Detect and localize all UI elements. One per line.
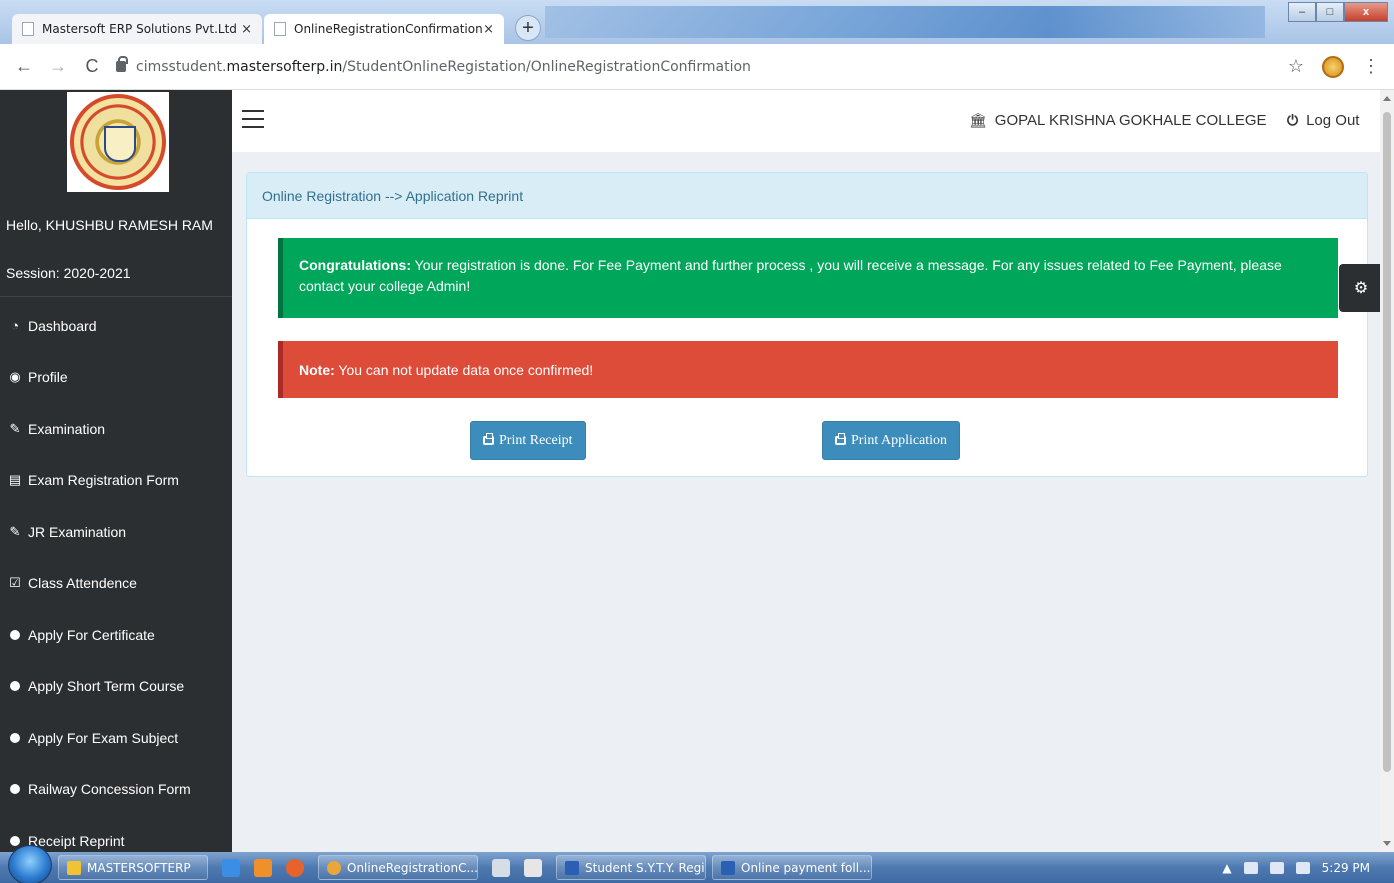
bookmark-star-icon[interactable]: ☆	[1288, 56, 1304, 77]
folder-icon	[67, 860, 81, 875]
power-icon: ⏻	[1287, 112, 1299, 128]
user-app-icon[interactable]	[492, 858, 510, 877]
browser-tab-mastersoft[interactable]: Mastersoft ERP Solutions Pvt.Ltd ×	[12, 14, 262, 44]
page-favicon-icon	[22, 22, 34, 36]
forward-arrow-icon[interactable]: →	[48, 56, 68, 77]
chrome-icon	[327, 860, 341, 875]
minimize-button[interactable]: –	[1288, 2, 1316, 22]
circle-icon	[10, 784, 20, 795]
extension-icon[interactable]	[1322, 55, 1344, 78]
circle-icon	[10, 681, 20, 692]
page-favicon-icon	[274, 22, 286, 36]
note-alert: Note: You can not update data once confi…	[278, 341, 1338, 398]
shield-icon[interactable]	[524, 858, 542, 877]
user-circle-icon: ◉	[9, 369, 21, 385]
maximize-button[interactable]: □	[1316, 2, 1344, 22]
taskbar-item-word-student[interactable]: Student S.Y.T.Y. Regi...	[556, 855, 706, 880]
print-receipt-button[interactable]: Print Receipt	[470, 421, 586, 460]
taskbar-item-mastersofterp[interactable]: MASTERSOFTERP	[58, 855, 208, 880]
browser-tabstrip: Mastersoft ERP Solutions Pvt.Ltd × Onlin…	[0, 0, 1394, 44]
college-name[interactable]: 🏛 GOPAL KRISHNA GOKHALE COLLEGE	[969, 112, 1267, 129]
breadcrumb: Online Registration --> Application Repr…	[247, 173, 1367, 219]
media-player-icon[interactable]	[254, 858, 272, 877]
sidebar-item-jr-examination[interactable]: ✎ JR Examination	[0, 506, 232, 558]
word-document-icon	[565, 860, 579, 875]
session-label: Session: 2020-2021	[6, 265, 131, 281]
windows-taskbar: MASTERSOFTERP OnlineRegistrationC... Stu…	[0, 844, 1394, 883]
reload-icon[interactable]: C	[82, 56, 102, 77]
firefox-icon[interactable]	[286, 858, 304, 877]
taskbar-item-chrome[interactable]: OnlineRegistrationC...	[318, 855, 478, 880]
taskbar-item-word-online-payment[interactable]: Online payment foll...	[712, 855, 872, 880]
success-alert: Congratulations: Your registration is do…	[278, 238, 1338, 318]
user-greeting: Hello, KHUSHBU RAMESH RAM	[6, 217, 213, 233]
volume-muted-icon[interactable]	[1243, 861, 1258, 874]
address-bar: ← → C cimsstudent. mastersofterp.in/Stude…	[0, 44, 1394, 90]
sidebar-item-exam-registration-form[interactable]: ▤ Exam Registration Form	[0, 455, 232, 507]
app-header: 🏛 GOPAL KRISHNA GOKHALE COLLEGE ⏻ Log Ou…	[232, 90, 1380, 152]
logout-button[interactable]: ⏻ Log Out	[1287, 112, 1359, 129]
settings-gear-icon[interactable]: ⚙	[1339, 264, 1383, 312]
action-center-flag-icon[interactable]	[1269, 861, 1284, 874]
start-button[interactable]	[8, 844, 52, 883]
printer-icon	[483, 433, 494, 445]
sidebar-item-apply-short-term-course[interactable]: Apply Short Term Course	[0, 661, 232, 713]
institution-icon: 🏛	[969, 112, 987, 128]
application-reprint-panel: Online Registration --> Application Repr…	[246, 172, 1368, 477]
tab-close-icon[interactable]: ×	[483, 22, 494, 37]
clock[interactable]: 5:29 PM	[1322, 861, 1370, 875]
sidebar-item-apply-for-exam-subject[interactable]: Apply For Exam Subject	[0, 712, 232, 764]
new-tab-button[interactable]: +	[515, 15, 541, 41]
word-document-icon	[721, 860, 735, 875]
college-emblem-icon	[70, 94, 166, 190]
sidebar-item-dashboard[interactable]: ◔ Dashboard	[0, 300, 232, 352]
sidebar-item-class-attendence[interactable]: ☑ Class Attendence	[0, 558, 232, 610]
circle-icon	[10, 732, 20, 743]
browser-tab-confirmation[interactable]: OnlineRegistrationConfirmation ×	[264, 14, 504, 44]
back-arrow-icon[interactable]: ←	[14, 56, 34, 77]
printer-icon	[835, 433, 846, 445]
sidebar-item-railway-concession-form[interactable]: Railway Concession Form	[0, 764, 232, 816]
sidebar-nav: ◔ Dashboard ◉ Profile ✎ Examination ▤ Ex…	[0, 300, 232, 867]
system-tray: ▲ 5:29 PM	[1222, 861, 1370, 875]
tray-expand-icon[interactable]: ▲	[1222, 861, 1231, 875]
checkbox-icon: ☑	[9, 575, 21, 591]
sidebar-item-apply-for-certificate[interactable]: Apply For Certificate	[0, 609, 232, 661]
sidebar-item-profile[interactable]: ◉ Profile	[0, 352, 232, 404]
lock-icon	[116, 56, 128, 72]
internet-explorer-icon[interactable]	[222, 858, 240, 877]
print-application-button[interactable]: Print Application	[822, 421, 961, 460]
college-logo	[67, 92, 169, 192]
browser-menu-icon[interactable]: ⋮	[1362, 56, 1380, 77]
dashboard-icon: ◔	[11, 318, 19, 334]
pencil-icon: ✎	[9, 420, 21, 436]
circle-icon	[10, 835, 20, 846]
page-scrollbar[interactable]	[1380, 90, 1394, 852]
pencil-icon: ✎	[9, 523, 21, 539]
pdf-file-icon: ▤	[8, 472, 22, 488]
tab-close-icon[interactable]: ×	[241, 22, 252, 37]
sidebar: Hello, KHUSHBU RAMESH RAM Session: 2020-…	[0, 90, 232, 852]
window-close-button[interactable]: x	[1344, 2, 1388, 22]
hamburger-menu-icon[interactable]	[242, 110, 264, 128]
url-field[interactable]: cimsstudent. mastersofterp.in/StudentOnli…	[116, 56, 751, 75]
sidebar-item-examination[interactable]: ✎ Examination	[0, 403, 232, 455]
window-controls: – □ x	[1288, 2, 1388, 22]
circle-icon	[10, 629, 20, 640]
network-icon[interactable]	[1295, 861, 1310, 874]
